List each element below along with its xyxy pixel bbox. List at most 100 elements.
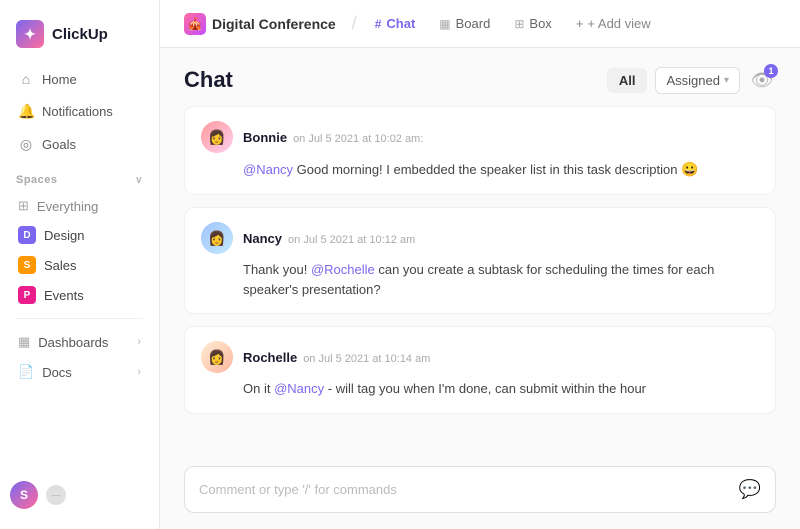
content-area: Chat All Assigned ▾ 👁 1 👩 [160, 48, 800, 529]
filter-assigned-label: Assigned [666, 73, 719, 88]
filter-all-button[interactable]: All [607, 68, 648, 93]
avatar: S [10, 481, 38, 509]
page-title: Chat [184, 67, 233, 93]
project-name: Digital Conference [212, 16, 336, 32]
message-text-after-3: - will tag you when I'm done, can submit… [328, 381, 646, 396]
sidebar-divider-1 [16, 318, 143, 319]
nancy-avatar-img: 👩 [201, 222, 233, 254]
project-icon: 🎪 [184, 13, 206, 35]
message-header-1: 👩 Bonnie on Jul 5 2021 at 10:02 am: [201, 121, 759, 153]
board-icon: ▦ [439, 17, 450, 31]
avatar-nancy: 👩 [201, 222, 233, 254]
watch-button[interactable]: 👁 1 [748, 66, 776, 94]
message-card-2: 👩 Nancy on Jul 5 2021 at 10:12 am Thank … [184, 207, 776, 314]
sidebar-item-design-label: Design [44, 228, 84, 243]
sales-space-icon: S [18, 256, 36, 274]
sidebar-item-docs-label: Docs [42, 365, 72, 380]
tab-chat[interactable]: # Chat [365, 10, 426, 37]
sidebar-item-dashboards[interactable]: ▦ Dashboards › [8, 327, 151, 357]
sidebar-item-sales-label: Sales [44, 258, 77, 273]
send-icon[interactable]: 💬 [739, 479, 761, 500]
sidebar-item-docs[interactable]: 📄 Docs › [8, 357, 151, 387]
message-body-2: Thank you! @Rochelle can you create a su… [201, 260, 759, 299]
avatar-bonnie: 👩 [201, 121, 233, 153]
dashboards-expand-icon: › [137, 336, 141, 348]
sidebar-item-notifications[interactable]: 🔔 Notifications [8, 96, 151, 127]
tab-box[interactable]: ⊞ Box [504, 10, 561, 37]
spaces-list: ⊞ Everything D Design S Sales P Events [0, 192, 159, 310]
spaces-section-header: Spaces ∨ [0, 160, 159, 192]
bell-icon: 🔔 [18, 103, 34, 120]
home-icon: ⌂ [18, 71, 34, 87]
tab-board[interactable]: ▦ Board [429, 10, 500, 37]
message-meta-1: Bonnie on Jul 5 2021 at 10:02 am: [243, 130, 423, 145]
message-author-1: Bonnie [243, 130, 287, 145]
chat-header-controls: All Assigned ▾ 👁 1 [607, 66, 776, 94]
message-card-1: 👩 Bonnie on Jul 5 2021 at 10:02 am: @Nan… [184, 106, 776, 195]
sidebar-item-design[interactable]: D Design [8, 220, 151, 250]
tab-board-label: Board [456, 16, 491, 31]
logo-icon: ✦ [16, 20, 44, 48]
sidebar-item-everything-label: Everything [37, 199, 98, 214]
emoji-1: 😀 [681, 161, 698, 177]
dashboards-icon: ▦ [18, 334, 30, 350]
message-body-1: @Nancy Good morning! I embedded the spea… [201, 159, 759, 180]
sidebar: ✦ ClickUp ⌂ Home 🔔 Notifications ◎ Goals… [0, 0, 160, 529]
user-secondary-avatar: ··· [46, 485, 66, 505]
user-area[interactable]: S ··· [0, 473, 159, 517]
tab-chat-label: Chat [386, 16, 415, 31]
filter-assigned-button[interactable]: Assigned ▾ [655, 67, 740, 94]
sidebar-nav: ⌂ Home 🔔 Notifications ◎ Goals [0, 64, 159, 160]
spaces-collapse-icon[interactable]: ∨ [135, 175, 143, 186]
message-body-3: On it @Nancy - will tag you when I'm don… [201, 379, 759, 399]
chevron-down-icon: ▾ [724, 75, 729, 86]
rochelle-avatar-img: 👩 [201, 341, 233, 373]
events-space-icon: P [18, 286, 36, 304]
sidebar-item-sales[interactable]: S Sales [8, 250, 151, 280]
sidebar-item-events[interactable]: P Events [8, 280, 151, 310]
message-time-2: on Jul 5 2021 at 10:12 am [288, 234, 415, 246]
avatar-rochelle: 👩 [201, 341, 233, 373]
sidebar-item-goals-label: Goals [42, 137, 76, 152]
main-content: 🎪 Digital Conference / # Chat ▦ Board ⊞ … [160, 0, 800, 529]
watch-badge: 1 [764, 64, 778, 78]
hash-icon: # [375, 17, 382, 31]
comment-area: Comment or type '/' for commands 💬 [160, 454, 800, 529]
topbar: 🎪 Digital Conference / # Chat ▦ Board ⊞ … [160, 0, 800, 48]
project-selector[interactable]: 🎪 Digital Conference [176, 7, 344, 41]
sidebar-item-events-label: Events [44, 288, 84, 303]
message-meta-2: Nancy on Jul 5 2021 at 10:12 am [243, 231, 415, 246]
messages-list: 👩 Bonnie on Jul 5 2021 at 10:02 am: @Nan… [160, 106, 800, 454]
add-view-button[interactable]: + + Add view [566, 10, 661, 37]
box-icon: ⊞ [514, 17, 524, 31]
message-text-1: Good morning! I embedded the speaker lis… [297, 162, 678, 177]
sidebar-item-goals[interactable]: ◎ Goals [8, 129, 151, 160]
topbar-divider: / [352, 13, 357, 34]
plus-icon: + [576, 16, 584, 31]
grid-icon: ⊞ [18, 198, 29, 214]
message-text-before-2: Thank you! [243, 262, 311, 277]
message-meta-3: Rochelle on Jul 5 2021 at 10:14 am [243, 350, 430, 365]
comment-placeholder: Comment or type '/' for commands [199, 482, 397, 497]
message-time-3: on Jul 5 2021 at 10:14 am [303, 353, 430, 365]
message-header-2: 👩 Nancy on Jul 5 2021 at 10:12 am [201, 222, 759, 254]
logo[interactable]: ✦ ClickUp [0, 12, 159, 64]
add-view-label: + Add view [587, 16, 650, 31]
comment-input-wrapper[interactable]: Comment or type '/' for commands 💬 [184, 466, 776, 513]
message-card-3: 👩 Rochelle on Jul 5 2021 at 10:14 am On … [184, 326, 776, 414]
bonnie-avatar-img: 👩 [201, 121, 233, 153]
sidebar-item-everything[interactable]: ⊞ Everything [8, 192, 151, 220]
sidebar-item-notifications-label: Notifications [42, 104, 113, 119]
message-author-2: Nancy [243, 231, 282, 246]
mention-nancy-1: @Nancy [243, 162, 293, 177]
sidebar-bottom-links: ▦ Dashboards › 📄 Docs › [0, 327, 159, 387]
message-header-3: 👩 Rochelle on Jul 5 2021 at 10:14 am [201, 341, 759, 373]
sidebar-item-home[interactable]: ⌂ Home [8, 64, 151, 94]
chat-header: Chat All Assigned ▾ 👁 1 [160, 48, 800, 106]
goals-icon: ◎ [18, 136, 34, 153]
message-author-3: Rochelle [243, 350, 297, 365]
docs-icon: 📄 [18, 364, 34, 380]
tab-box-label: Box [529, 16, 551, 31]
message-time-1: on Jul 5 2021 at 10:02 am: [293, 133, 423, 145]
docs-expand-icon: › [137, 366, 141, 378]
